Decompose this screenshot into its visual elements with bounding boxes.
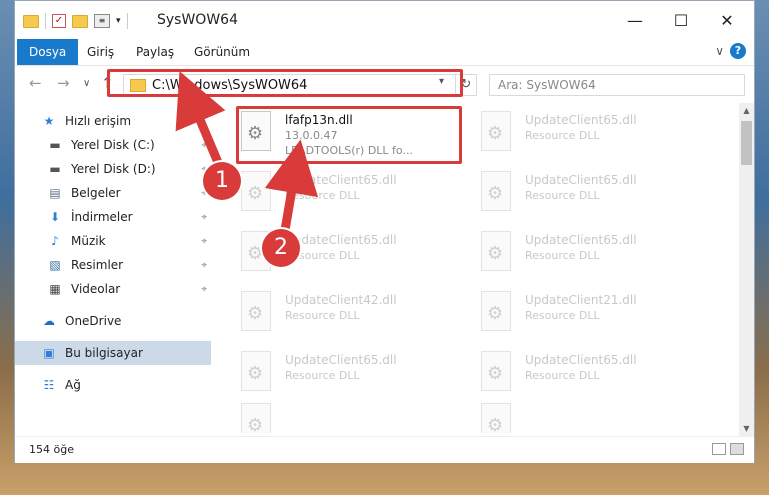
arrow-to-address-bar — [175, 71, 227, 177]
annotation-badge-2: 2 — [262, 229, 300, 267]
annotation-arrows — [175, 71, 319, 241]
annotation-badge-1: 1 — [203, 162, 241, 200]
arrow-to-file — [264, 139, 319, 241]
